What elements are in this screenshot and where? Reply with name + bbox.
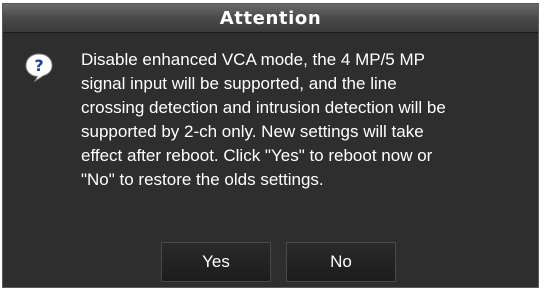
yes-button-label: Yes [202, 252, 230, 271]
yes-button[interactable]: Yes [161, 242, 271, 282]
svg-text:?: ? [34, 56, 43, 75]
dialog-message: Disable enhanced VCA mode, the 4 MP/5 MP… [81, 50, 446, 189]
dialog-title: Attention [219, 7, 322, 29]
no-button-label: No [330, 252, 352, 271]
dialog-title-bar: Attention [3, 4, 538, 33]
attention-dialog: Attention ? Disable enhanced VCA mode, t… [2, 3, 539, 288]
no-button[interactable]: No [286, 242, 396, 282]
question-icon: ? [24, 52, 54, 83]
